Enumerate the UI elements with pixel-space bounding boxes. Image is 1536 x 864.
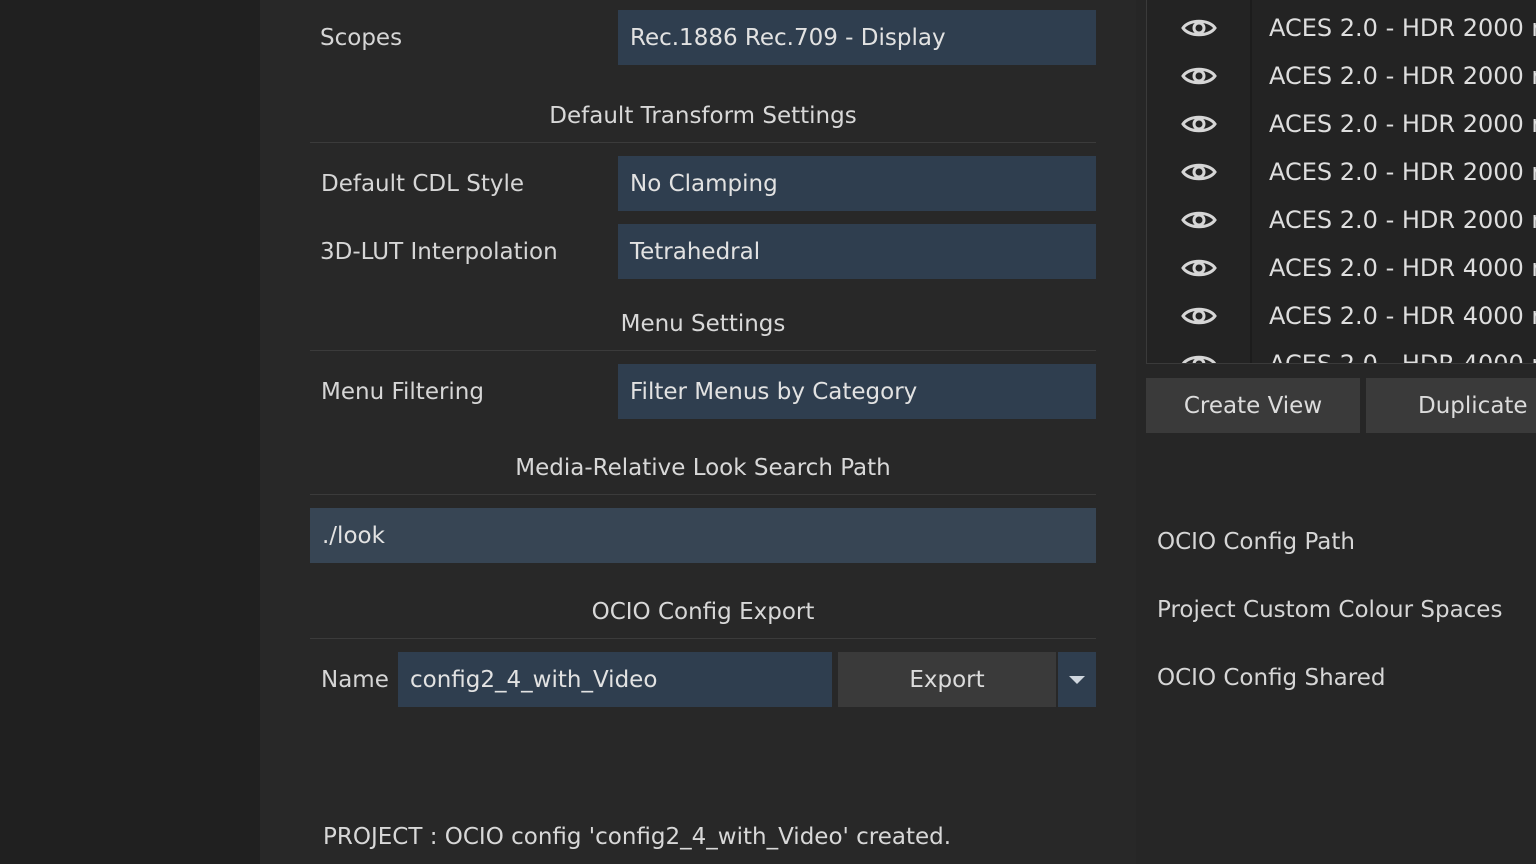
look-search-path-heading: Media-Relative Look Search Path xyxy=(515,455,891,481)
project-settings-panel xyxy=(260,0,1136,864)
cdl-style-dropdown[interactable]: No Clamping xyxy=(618,156,1096,211)
left-gutter xyxy=(0,0,260,864)
eye-icon[interactable] xyxy=(1181,161,1217,183)
view-name: ACES 2.0 - HDR 2000 ni xyxy=(1269,14,1536,42)
section-divider xyxy=(310,350,1096,351)
cdl-style-label: Default CDL Style xyxy=(321,171,525,197)
lut-interpolation-label: 3D-LUT Interpolation xyxy=(320,239,558,265)
config-export-heading: OCIO Config Export xyxy=(591,599,815,625)
view-name: ACES 2.0 - HDR 2000 ni xyxy=(1269,110,1536,138)
menu-settings-heading: Menu Settings xyxy=(620,311,786,337)
section-divider xyxy=(310,638,1096,639)
eye-icon[interactable] xyxy=(1181,65,1217,87)
section-divider xyxy=(310,142,1096,143)
eye-icon[interactable] xyxy=(1181,113,1217,135)
view-list-item[interactable]: ACES 2.0 - HDR 2000 ni xyxy=(1147,100,1536,148)
look-search-path-input[interactable]: ./look xyxy=(310,508,1096,563)
view-list-item[interactable]: ACES 2.0 - HDR 2000 ni xyxy=(1147,196,1536,244)
ocio-config-path-label: OCIO Config Path xyxy=(1157,529,1355,555)
view-list-item[interactable]: ACES 2.0 - HDR 4000 ni xyxy=(1147,292,1536,340)
view-list-item[interactable]: ACES 2.0 - HDR 4000 ni xyxy=(1147,340,1536,364)
view-list-item[interactable]: ACES 2.0 - HDR 2000 ni xyxy=(1147,52,1536,100)
eye-icon[interactable] xyxy=(1181,209,1217,231)
view-name: ACES 2.0 - HDR 4000 ni xyxy=(1269,254,1536,282)
eye-icon[interactable] xyxy=(1181,257,1217,279)
export-button[interactable]: Export xyxy=(838,652,1056,707)
section-divider xyxy=(310,494,1096,495)
view-name: ACES 2.0 - HDR 4000 ni xyxy=(1269,350,1536,364)
view-list-item[interactable]: ACES 2.0 - HDR 2000 ni xyxy=(1147,148,1536,196)
view-name: ACES 2.0 - HDR 2000 ni xyxy=(1269,158,1536,186)
menu-filtering-dropdown[interactable]: Filter Menus by Category xyxy=(618,364,1096,419)
export-name-label: Name xyxy=(321,667,389,693)
chevron-down-icon xyxy=(1069,675,1085,684)
menu-filtering-label: Menu Filtering xyxy=(321,379,484,405)
custom-colour-spaces-label: Project Custom Colour Spaces xyxy=(1157,597,1503,623)
eye-icon[interactable] xyxy=(1181,353,1217,363)
duplicate-view-button[interactable]: Duplicate xyxy=(1366,378,1536,433)
scopes-dropdown[interactable]: Rec.1886 Rec.709 - Display xyxy=(618,10,1096,65)
view-list[interactable]: ACES 2.0 - HDR 2000 ni ACES 2.0 - HDR 200… xyxy=(1146,0,1536,364)
lut-interpolation-dropdown[interactable]: Tetrahedral xyxy=(618,224,1096,279)
view-name: ACES 2.0 - HDR 2000 ni xyxy=(1269,206,1536,234)
ocio-config-shared-label: OCIO Config Shared xyxy=(1157,665,1386,691)
export-options-button[interactable] xyxy=(1058,652,1096,707)
eye-icon[interactable] xyxy=(1181,17,1217,39)
export-name-input[interactable]: config2_4_with_Video xyxy=(398,652,832,707)
status-message: PROJECT : OCIO config 'config2_4_with_Vi… xyxy=(323,824,952,850)
default-transform-settings-heading: Default Transform Settings xyxy=(549,103,857,129)
scopes-label: Scopes xyxy=(320,25,403,51)
view-list-item[interactable]: ACES 2.0 - HDR 4000 ni xyxy=(1147,244,1536,292)
view-name: ACES 2.0 - HDR 2000 ni xyxy=(1269,62,1536,90)
eye-icon[interactable] xyxy=(1181,305,1217,327)
view-name: ACES 2.0 - HDR 4000 ni xyxy=(1269,302,1536,330)
create-view-button[interactable]: Create View xyxy=(1146,378,1360,433)
view-list-item[interactable]: ACES 2.0 - HDR 2000 ni xyxy=(1147,4,1536,52)
